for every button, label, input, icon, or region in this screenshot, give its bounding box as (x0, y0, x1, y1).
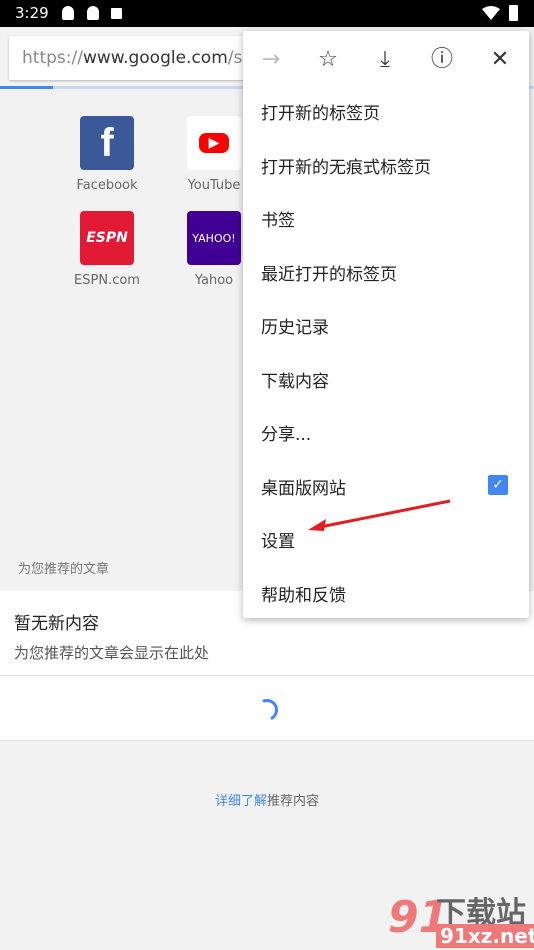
close-icon[interactable]: ✕ (485, 45, 515, 75)
menu-item-bookmarks[interactable]: 书签 (261, 206, 295, 231)
espn-icon: ESPN (80, 211, 134, 265)
menu-item-recent-tabs[interactable]: 最近打开的标签页 (261, 260, 397, 285)
menu-item-help-feedback[interactable]: 帮助和反馈 (261, 581, 346, 606)
info-icon[interactable]: ⓘ (427, 45, 457, 75)
url-bar[interactable]: https://www.google.com/se (9, 36, 269, 80)
tile-youtube[interactable]: ▶ YouTube (174, 116, 254, 193)
yahoo-icon: YAHOO! (187, 211, 241, 265)
loading-spinner-icon (252, 695, 282, 725)
learn-more-link[interactable]: 详细了解 (215, 794, 267, 809)
menu-item-settings[interactable]: 设置 (261, 527, 295, 552)
tile-label: Facebook (76, 178, 138, 193)
tile-label: ESPN.com (74, 273, 140, 288)
wifi-icon (482, 6, 500, 20)
download-icon[interactable]: ⤓ (370, 45, 400, 75)
empty-subtitle: 为您推荐的文章会显示在此处 (14, 644, 210, 662)
qq-icon (62, 6, 74, 20)
watermark-url: 91xz.net (436, 924, 534, 948)
qq-icon (87, 6, 99, 20)
learn-more-text: 详细了解推荐内容 (0, 790, 534, 809)
menu-item-downloads[interactable]: 下载内容 (261, 367, 329, 392)
section-label: 为您推荐的文章 (18, 562, 110, 577)
tile-espn[interactable]: ESPN ESPN.com (67, 211, 147, 288)
empty-title: 暂无新内容 (14, 614, 99, 634)
tile-yahoo[interactable]: YAHOO! Yahoo (174, 211, 254, 288)
menu-item-history[interactable]: 历史记录 (261, 313, 329, 338)
youtube-play: ▶ (198, 133, 230, 153)
menu-item-share[interactable]: 分享... (261, 420, 311, 445)
menu-item-new-incognito-tab[interactable]: 打开新的无痕式标签页 (261, 153, 431, 178)
menu-item-new-tab[interactable]: 打开新的标签页 (261, 99, 380, 124)
a-icon (111, 8, 122, 19)
star-icon[interactable]: ☆ (313, 45, 343, 75)
tile-facebook[interactable]: f Facebook (67, 116, 147, 193)
clock: 3:29 (15, 4, 49, 22)
divider (0, 675, 534, 676)
forward-icon[interactable]: → (256, 45, 286, 75)
status-bar: 3:29 (0, 0, 534, 27)
url-host: www.google.com (82, 48, 228, 68)
tile-label: Yahoo (194, 273, 234, 288)
url-scheme: https:// (22, 48, 83, 68)
tile-label: YouTube (187, 178, 241, 193)
learn-more-rest: 推荐内容 (267, 794, 320, 809)
annotation-arrow-icon (308, 499, 451, 531)
youtube-icon: ▶ (187, 116, 241, 170)
desktop-site-checkbox[interactable]: ✓ (488, 475, 508, 495)
battery-charging-icon (509, 5, 518, 21)
facebook-icon: f (80, 116, 134, 170)
